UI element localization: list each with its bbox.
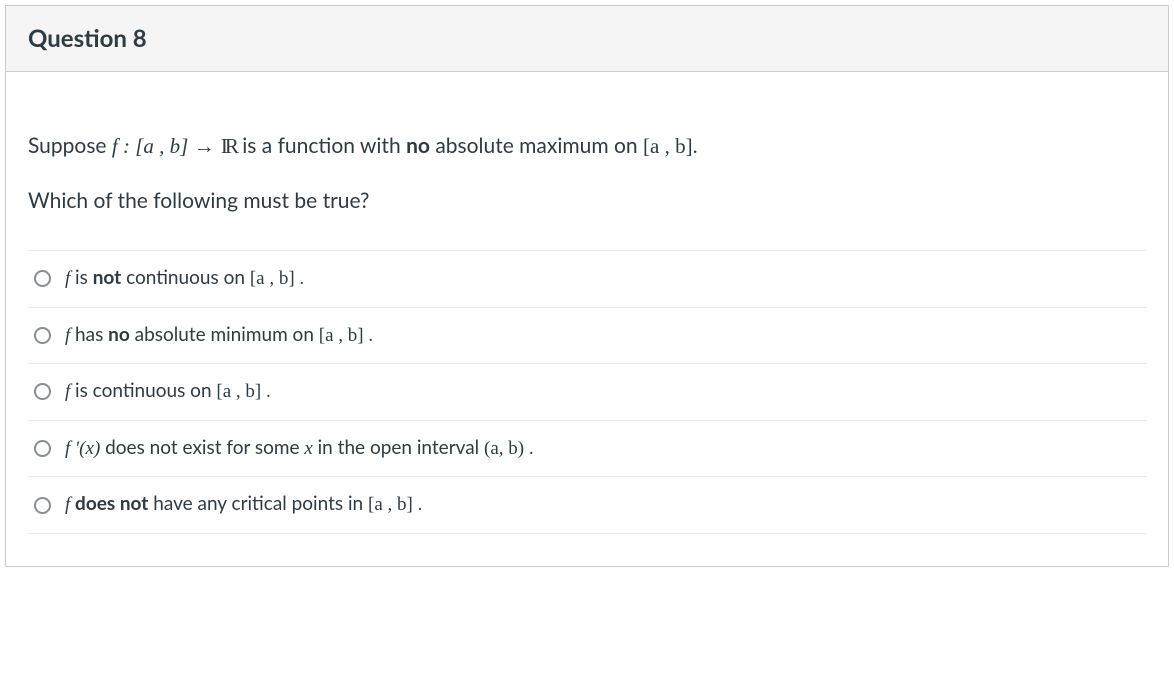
math-interval: [a , b] . <box>319 325 373 346</box>
radio-icon <box>34 440 51 457</box>
question-card: Question 8 Suppose f : [a , b] → IR is a… <box>5 5 1169 567</box>
question-body: Suppose f : [a , b] → IR is a function w… <box>6 72 1168 566</box>
prompt-math-domain: [a , b]. <box>643 134 698 158</box>
prompt-math-R: IR <box>220 134 237 158</box>
math-interval: [a , b] . <box>216 381 270 402</box>
answer-label: f has no absolute minimum on [a , b] . <box>65 322 373 350</box>
answer-label: f does not have any critical points in [… <box>65 491 422 519</box>
question-title: Question 8 <box>28 24 1146 53</box>
radio-icon <box>34 270 51 287</box>
math-f: f <box>65 494 75 515</box>
prompt-math-fn: f : [a , b] → <box>112 134 220 158</box>
text: in the open interval <box>318 436 484 459</box>
answer-option-3[interactable]: f is continuous on [a , b] . <box>28 363 1146 420</box>
prompt-text: is a function with <box>242 133 406 158</box>
answer-list: f is not continuous on [a , b] . f has n… <box>28 250 1146 534</box>
prompt-line-1: Suppose f : [a , b] → IR is a function w… <box>28 130 1146 163</box>
answer-option-1[interactable]: f is not continuous on [a , b] . <box>28 250 1146 307</box>
text: has <box>75 323 108 346</box>
question-header: Question 8 <box>6 6 1168 72</box>
radio-icon <box>34 327 51 344</box>
text: continuous on <box>121 266 250 289</box>
prompt-line-2: Which of the following must be true? <box>28 185 1146 217</box>
answer-option-4[interactable]: f ′(x) does not exist for some x in the … <box>28 420 1146 477</box>
math-f: f <box>65 325 75 346</box>
answer-option-5[interactable]: f does not have any critical points in [… <box>28 476 1146 534</box>
math-interval: [a , b] . <box>250 268 304 289</box>
prompt-text: absolute maximum on <box>430 133 643 158</box>
prompt-bold: no <box>406 133 430 158</box>
answer-option-2[interactable]: f has no absolute minimum on [a , b] . <box>28 307 1146 364</box>
math-interval: [a , b] . <box>368 494 422 515</box>
text: does not exist for some <box>100 436 304 459</box>
bold: no <box>108 323 130 346</box>
radio-icon <box>34 383 51 400</box>
answer-label: f is not continuous on [a , b] . <box>65 265 304 293</box>
math-f: f <box>65 268 75 289</box>
text: absolute minimum on <box>130 323 319 346</box>
radio-icon <box>34 497 51 514</box>
math-f: f <box>65 381 75 402</box>
math-fprime: f ′(x) <box>65 438 100 459</box>
answer-label: f is continuous on [a , b] . <box>65 378 271 406</box>
bold: not <box>93 266 122 289</box>
text: is continuous on <box>75 379 216 402</box>
answer-label: f ′(x) does not exist for some x in the … <box>65 435 534 463</box>
text: is <box>75 266 93 289</box>
text: have any critical points in <box>148 492 368 515</box>
prompt-text: Suppose <box>28 133 112 158</box>
bold: does not <box>75 492 148 515</box>
math-interval: (a, b) . <box>484 438 534 459</box>
math-x: x <box>304 438 317 459</box>
